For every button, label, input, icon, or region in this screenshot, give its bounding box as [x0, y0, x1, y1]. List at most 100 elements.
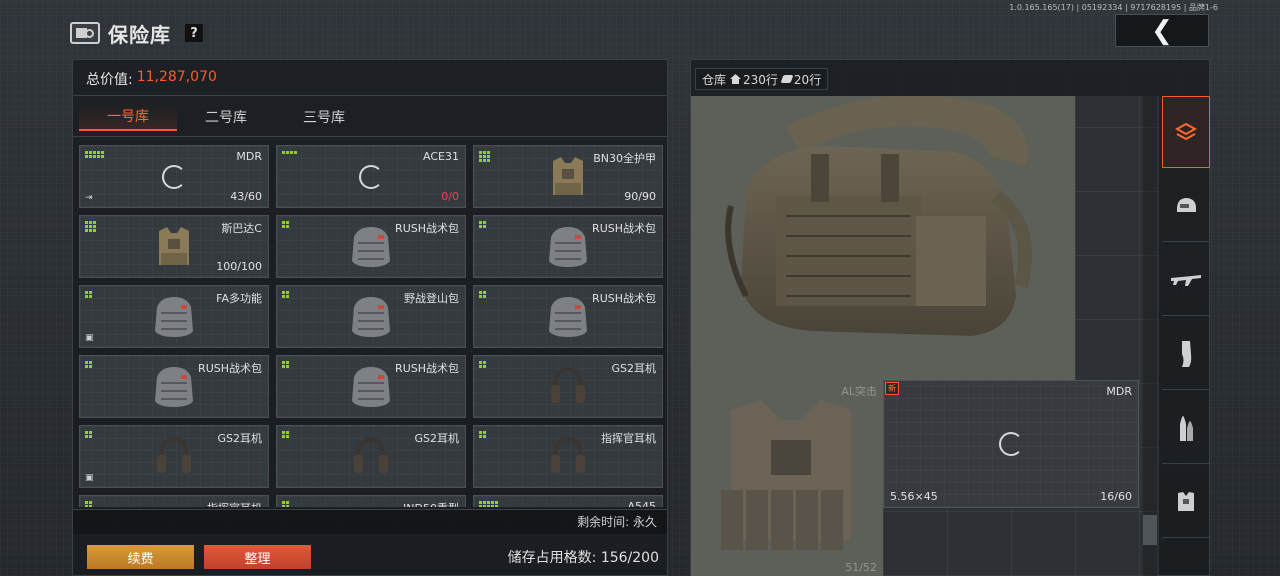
vault-item[interactable]: RUSH战术包 — [79, 355, 269, 418]
category-rifle[interactable] — [1162, 244, 1210, 316]
armor-vest-icon — [159, 226, 189, 265]
tab-vault-2[interactable]: 二号库 — [177, 103, 275, 131]
item-count: 90/90 — [624, 190, 656, 203]
item-size-indicator — [85, 361, 92, 368]
vault-item[interactable]: FA多功能 ▣ — [79, 285, 269, 348]
tactical-bag-icon — [155, 366, 193, 407]
tag-icon — [780, 75, 794, 83]
vault-item[interactable]: BN30全护甲 90/90 — [473, 145, 663, 208]
all-items-icon — [1175, 122, 1197, 141]
item-size-indicator — [479, 501, 498, 507]
divider — [73, 95, 667, 96]
remain-time: 剩余时间: 永久 — [577, 513, 657, 530]
item-size-indicator — [479, 221, 486, 228]
item-name: 指挥官耳机 — [207, 500, 262, 507]
category-helmet[interactable] — [1162, 170, 1210, 242]
vault-item[interactable]: RUSH战术包 — [276, 215, 466, 278]
item-name: GS2耳机 — [414, 432, 459, 445]
headset-icon — [157, 436, 191, 473]
tactical-bag-icon — [549, 296, 587, 337]
headset-icon — [551, 436, 585, 473]
warehouse-label: 仓库 — [702, 72, 727, 87]
vault-item[interactable]: MDR 43/60 ⇥ — [79, 145, 269, 208]
item-status-icon: ▣ — [85, 333, 94, 343]
item-size-indicator — [282, 151, 297, 154]
vault-item[interactable]: RUSH战术包 — [276, 355, 466, 418]
vault-tabs: 一号库 二号库 三号库 — [79, 102, 373, 132]
item-count: 100/100 — [216, 260, 262, 273]
vault-item[interactable]: A545 — [473, 495, 663, 507]
category-sidebar — [1162, 96, 1210, 576]
vault-item[interactable]: 指挥官耳机 — [79, 495, 269, 507]
page-title: 保险库 — [108, 22, 171, 47]
vault-item[interactable]: GS2耳机 — [473, 355, 663, 418]
vault-item[interactable]: ACE31 0/0 — [276, 145, 466, 208]
shoulder-bag-image — [725, 96, 1033, 336]
warehouse-item-mdr[interactable]: 新 MDR 5.56×45 16/60 — [883, 380, 1139, 508]
sort-button[interactable]: 整理 — [204, 545, 311, 569]
tab-vault-3[interactable]: 三号库 — [275, 103, 373, 131]
item-name: RUSH战术包 — [198, 362, 262, 375]
headset-icon — [551, 366, 585, 403]
category-magazine[interactable] — [1162, 318, 1210, 390]
vault-item[interactable]: IND50重型 — [276, 495, 466, 507]
tactical-bag-icon — [352, 296, 390, 337]
safe-icon — [70, 22, 100, 44]
page-header: 保险库 ? — [70, 18, 203, 48]
total-value-amount: 11,287,070 — [136, 69, 217, 85]
item-name: MDR — [236, 150, 262, 163]
item-size-indicator — [85, 151, 104, 158]
storage-usage-value: 156/200 — [600, 550, 659, 566]
vault-item[interactable]: 野战登山包 — [276, 285, 466, 348]
vault-panel: 总价值: 11,287,070 一号库 二号库 三号库 MDR 43/60 ⇥ ACE… — [72, 59, 668, 576]
item-size-indicator — [282, 361, 289, 368]
item-name: GS2耳机 — [611, 362, 656, 375]
mdr-ammo-type: 5.56×45 — [890, 490, 938, 503]
new-badge: 新 — [885, 382, 899, 395]
warehouse-rows-extra: 20行 — [793, 72, 822, 87]
remain-time-label: 剩余时间: — [577, 515, 630, 529]
item-name: RUSH战术包 — [395, 222, 459, 235]
warehouse-scrollbar[interactable] — [1143, 96, 1157, 576]
remain-time-value: 永久 — [632, 515, 657, 529]
vault-item[interactable]: 指挥官耳机 — [473, 425, 663, 488]
item-name: FA多功能 — [216, 292, 262, 305]
loading-spinner-icon — [162, 164, 186, 189]
item-size-indicator — [479, 151, 490, 162]
headset-icon — [170, 506, 178, 507]
item-grid: MDR 43/60 ⇥ ACE31 0/0 BN30全护甲 90/90 斯巴达C 100/100… — [79, 145, 663, 507]
tactical-bag-icon — [352, 226, 390, 267]
item-size-indicator — [479, 431, 486, 438]
item-size-indicator — [479, 361, 486, 368]
storage-usage-label: 储存占用格数: — [507, 550, 597, 566]
warehouse-item-vest[interactable]: AL突击 51/52 — [691, 380, 883, 576]
item-name: RUSH战术包 — [395, 362, 459, 375]
item-size-indicator — [85, 431, 92, 438]
vault-item[interactable]: RUSH战术包 — [473, 285, 663, 348]
armor-icon — [1178, 491, 1194, 511]
back-button[interactable]: ❮ — [1115, 14, 1209, 47]
headset-icon — [354, 436, 388, 473]
warehouse-item-bag[interactable] — [691, 96, 1075, 380]
armor-vest-image — [721, 400, 851, 550]
vault-item[interactable]: GS2耳机 — [276, 425, 466, 488]
item-size-indicator — [282, 431, 289, 438]
category-armor[interactable] — [1162, 466, 1210, 538]
item-grid-scroll[interactable]: MDR 43/60 ⇥ ACE31 0/0 BN30全护甲 90/90 斯巴达C 100/100… — [79, 145, 663, 507]
category-ammo[interactable] — [1162, 392, 1210, 464]
renew-button[interactable]: 续费 — [87, 545, 194, 569]
vault-item[interactable]: 斯巴达C 100/100 — [79, 215, 269, 278]
vault-item[interactable]: RUSH战术包 — [473, 215, 663, 278]
warehouse-scrollbar-thumb[interactable] — [1143, 515, 1157, 545]
helmet-icon — [348, 503, 394, 508]
loading-spinner-icon — [359, 164, 383, 189]
help-icon[interactable]: ? — [185, 24, 203, 42]
category-all[interactable] — [1162, 96, 1210, 168]
tab-vault-1[interactable]: 一号库 — [79, 103, 177, 131]
item-status-icon: ⇥ — [85, 193, 93, 203]
item-size-indicator — [85, 291, 92, 298]
vest-name: AL突击 — [841, 385, 877, 398]
item-name: 野战登山包 — [404, 292, 459, 305]
vault-item[interactable]: GS2耳机 ▣ — [79, 425, 269, 488]
magazine-icon — [1182, 340, 1192, 367]
